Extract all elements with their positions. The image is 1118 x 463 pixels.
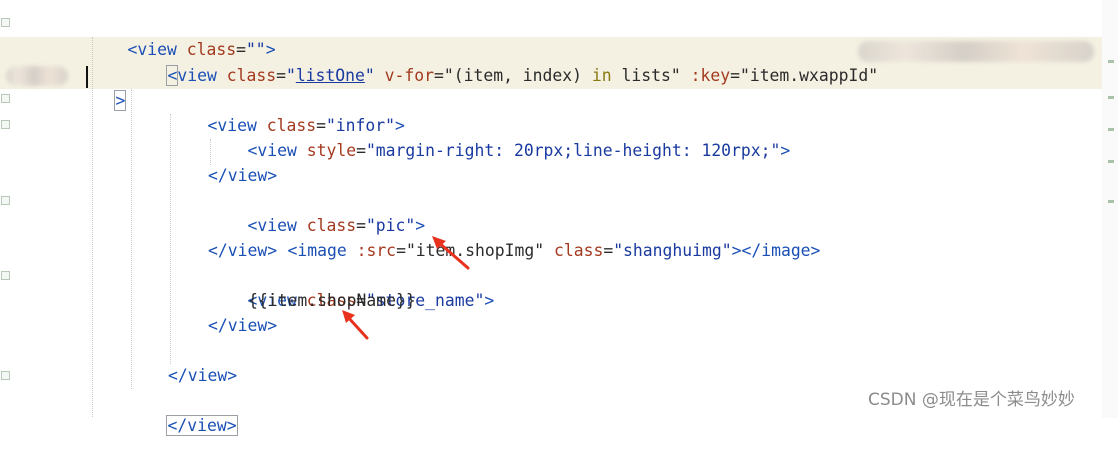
redacted-text	[858, 41, 1094, 62]
fold-marker-icon[interactable]	[1, 18, 10, 27]
watermark: CSDN @现在是个菜鸟妙妙	[868, 390, 1075, 410]
tag-bracket-matched: </view>	[166, 415, 238, 436]
tag-name: view	[177, 66, 217, 85]
directive-value: "item.wxappId"	[739, 66, 879, 85]
ruler-marker	[1108, 96, 1114, 99]
tag-bracket-matched: >	[114, 90, 127, 111]
redacted-text	[6, 66, 68, 86]
fold-marker-icon[interactable]	[1, 120, 10, 129]
equals: =	[356, 141, 366, 160]
class-name-link[interactable]: listOne	[296, 66, 365, 85]
equals: =	[730, 66, 740, 85]
fold-marker-icon[interactable]	[1, 371, 10, 380]
fold-marker-icon[interactable]	[1, 271, 10, 280]
attribute-name: style	[306, 141, 357, 160]
tag-name: view	[257, 141, 297, 160]
equals: =	[396, 241, 406, 260]
text-cursor	[86, 66, 88, 88]
code-line[interactable]: <view class="pic">	[208, 188, 425, 235]
attribute-name: :src	[356, 241, 397, 260]
code-line[interactable]: </view>	[128, 388, 238, 436]
code-line[interactable]: </view>	[208, 238, 277, 263]
quote: "	[364, 66, 375, 85]
quote: "	[285, 66, 296, 85]
code-line[interactable]: <view class="infor">	[168, 88, 404, 135]
equals: =	[433, 66, 444, 85]
attribute-name: :key	[690, 66, 731, 85]
fold-marker-icon[interactable]	[1, 196, 10, 205]
red-arrow-icon	[342, 310, 369, 340]
tag-bracket-matched: <	[166, 65, 179, 86]
equals: =	[603, 241, 614, 260]
indent-guide	[131, 89, 132, 389]
code-line[interactable]: </view>	[168, 363, 237, 388]
ruler-marker	[1108, 128, 1114, 131]
ruler-marker	[1108, 160, 1114, 163]
code-line[interactable]: <view class="">	[88, 12, 275, 59]
tag-bracket: >	[780, 141, 791, 160]
tag-name: image	[297, 241, 347, 260]
fold-marker-icon[interactable]	[1, 94, 10, 103]
code-line[interactable]: </view>	[208, 163, 277, 188]
tag-bracket: <	[247, 141, 258, 160]
attribute-value: "margin-right: 20rpx;line-height: 120rpx…	[365, 141, 781, 160]
tag-bracket: >	[484, 291, 495, 310]
keyword: in	[591, 66, 612, 85]
directive-value: "item.shopImg"	[405, 241, 545, 260]
directive-value: lists"	[611, 66, 681, 85]
attribute-name: class	[226, 66, 277, 85]
code-line[interactable]: <image :src="item.shopImg" class="shangh…	[248, 213, 820, 260]
code-editor[interactable]: <view class=""> <view class="listOne" v-…	[0, 0, 1118, 436]
attribute-name: v-for	[384, 66, 434, 85]
code-line-current[interactable]: <view class="listOne" v-for="(item, inde…	[128, 38, 878, 86]
red-arrow-icon	[432, 236, 470, 270]
ruler-marker	[1108, 60, 1114, 63]
code-line[interactable]: {{item.shopName}}	[248, 288, 416, 313]
attribute-value: "shanghuimg"	[613, 241, 732, 260]
equals: =	[276, 66, 286, 85]
directive-value: "(item, index)	[443, 66, 592, 85]
ruler-marker	[1108, 200, 1114, 203]
code-line[interactable]: <view style="margin-right: 20rpx;line-he…	[208, 113, 790, 160]
code-line[interactable]: </view>	[208, 313, 277, 338]
code-line[interactable]: >	[76, 63, 127, 111]
tag-close: ></image>	[731, 241, 821, 260]
tag-bracket: <	[287, 241, 298, 260]
attribute-name: class	[553, 241, 604, 260]
